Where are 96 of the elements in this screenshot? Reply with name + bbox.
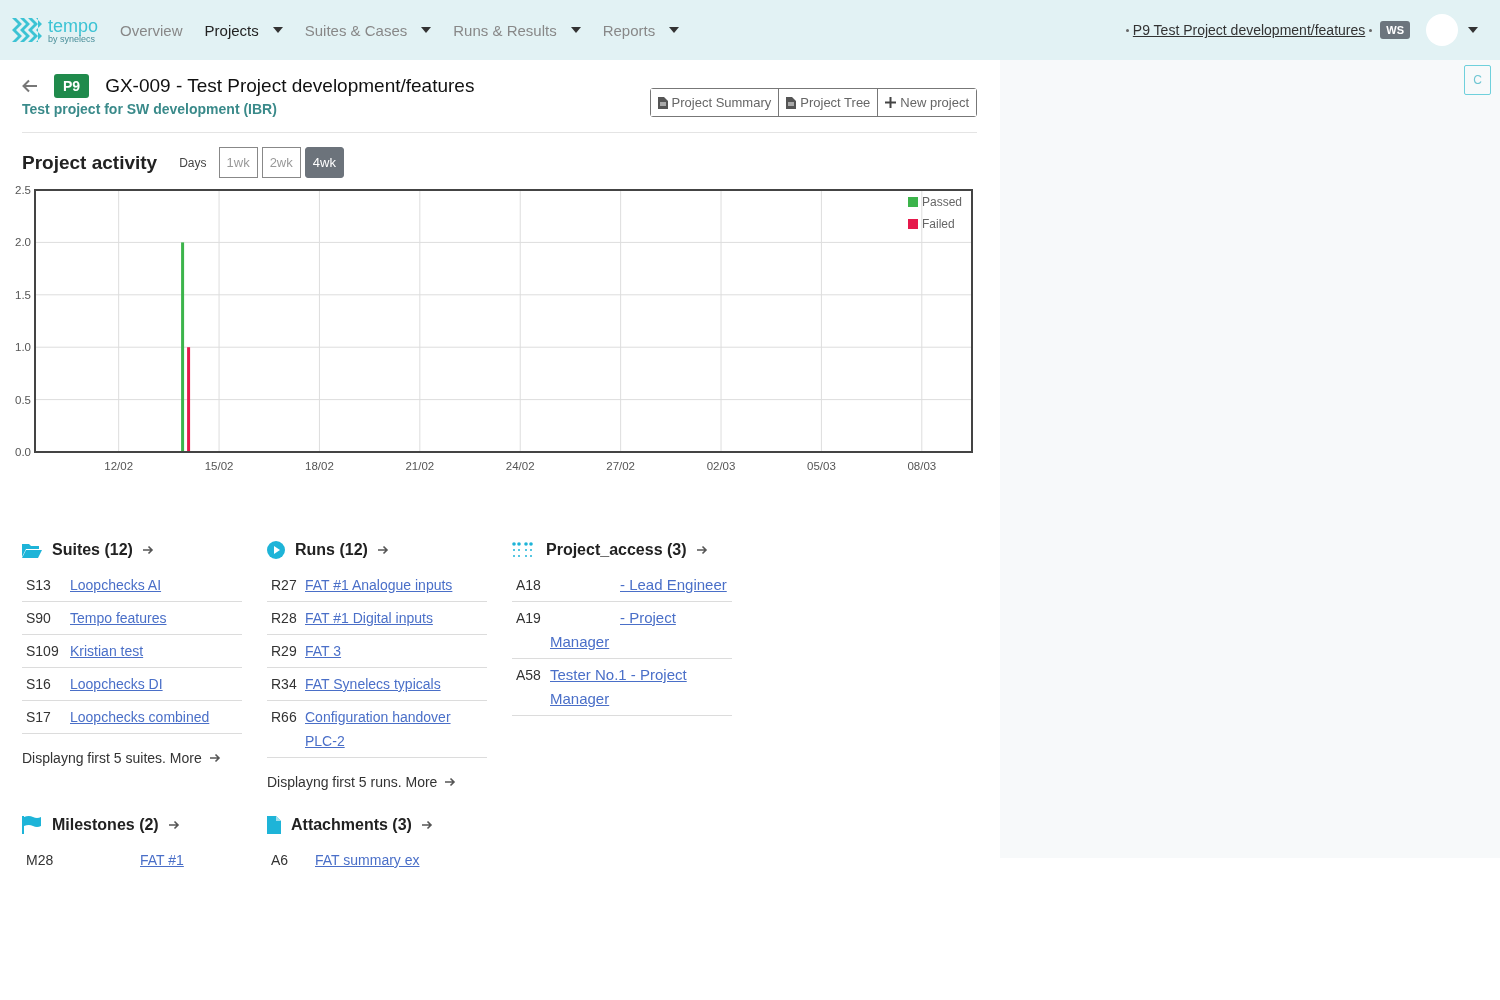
x-tick-label: 05/03 — [807, 460, 836, 472]
item-link[interactable]: Tempo features — [70, 606, 238, 630]
document-icon — [786, 96, 797, 109]
section-title-link[interactable]: Runs (12) — [295, 541, 368, 559]
y-tick-label: 1.5 — [15, 288, 31, 301]
x-tick-label: 15/02 — [204, 460, 234, 472]
section-title-link[interactable]: Project_access (3) — [546, 541, 687, 559]
range-tab[interactable]: 2wk — [261, 147, 301, 178]
legend-swatch — [908, 197, 918, 207]
arrow-right-icon[interactable] — [445, 777, 457, 787]
workspace-badge: WS — [1380, 21, 1410, 39]
section-title-link[interactable]: Milestones (2) — [52, 816, 159, 834]
arrow-right-icon[interactable] — [168, 820, 180, 830]
nav-menu-item[interactable]: Runs & Results — [453, 21, 581, 39]
caret-icon — [669, 27, 680, 33]
document-icon — [657, 96, 668, 109]
back-arrow-icon[interactable] — [22, 79, 38, 93]
arrow-right-icon[interactable] — [377, 545, 389, 555]
y-tick-label: 2.5 — [15, 184, 31, 196]
x-tick-label: 18/02 — [305, 460, 334, 472]
item-link[interactable]: Tester No.1 - Project Manager — [550, 663, 728, 711]
nav-menu-item[interactable]: Suites & Cases — [304, 21, 432, 39]
legend-label: Passed — [922, 195, 963, 209]
caret-icon — [570, 27, 581, 33]
y-tick-label: 0.0 — [15, 446, 31, 458]
project-title: GX-009 - Test Project development/features — [105, 75, 475, 97]
y-tick-label: 0.5 — [15, 393, 31, 406]
plus-icon — [885, 97, 897, 108]
item-id: A19 — [516, 609, 542, 628]
more-text[interactable]: Displayng first 5 runs. More — [267, 774, 438, 790]
item-link[interactable]: FAT #1 — [70, 848, 238, 872]
item-link[interactable]: Kristian test — [70, 639, 238, 663]
y-tick-label: 2.0 — [15, 236, 31, 249]
x-tick-label: 08/03 — [907, 460, 937, 472]
item-id: R34 — [271, 675, 298, 694]
item-id: R29 — [271, 642, 298, 661]
caret-icon — [272, 27, 283, 33]
item-link[interactable]: Loopchecks combined — [70, 705, 238, 729]
item-link[interactable]: FAT summary ex — [315, 848, 483, 872]
item-id: S17 — [26, 708, 52, 727]
nav-menu-item[interactable]: Reports — [602, 21, 680, 39]
arrow-right-icon[interactable] — [421, 820, 433, 830]
item-id: A6 — [271, 851, 290, 870]
project-subtitle: Test project for SW development (IBR) — [22, 101, 278, 117]
section-title-link[interactable]: Attachments (3) — [291, 816, 412, 834]
section-title-link[interactable]: Suites (12) — [52, 541, 133, 559]
range-tab[interactable]: 4wk — [304, 147, 344, 178]
flag-icon — [22, 816, 42, 834]
legend-label: Failed — [922, 217, 955, 231]
dot-grid-icon — [512, 542, 536, 558]
arrow-right-icon[interactable] — [142, 545, 154, 555]
document-icon — [267, 816, 281, 834]
x-tick-label: 12/02 — [104, 460, 134, 472]
item-id: S90 — [26, 609, 52, 628]
item-id: S16 — [26, 675, 52, 694]
arrow-right-icon[interactable] — [696, 545, 708, 555]
item-link[interactable]: Configuration handover PLC-2 — [305, 705, 483, 753]
x-tick-label: 27/02 — [606, 460, 635, 472]
current-project-link[interactable]: P9 Test Project development/features — [1132, 22, 1366, 38]
logo-tagline: by synelecs — [48, 34, 96, 44]
x-tick-label: 02/03 — [706, 460, 736, 472]
item-id: A58 — [516, 666, 542, 685]
item-link[interactable]: FAT 3 — [305, 639, 483, 663]
range-tab[interactable]: 1wk — [218, 147, 258, 178]
item-link[interactable]: FAT #1 Digital inputs — [305, 606, 483, 630]
folder-icon — [22, 542, 42, 558]
caret-icon — [421, 27, 432, 33]
item-link[interactable]: - Project Manager — [550, 606, 728, 654]
item-id: S109 — [26, 642, 60, 661]
nav-menu-item[interactable]: Projects — [204, 21, 283, 39]
x-tick-label: 21/02 — [405, 460, 435, 472]
bullet-icon — [1125, 28, 1129, 32]
y-tick-label: 1.0 — [15, 341, 31, 354]
item-id: R28 — [271, 609, 298, 628]
item-id: A18 — [516, 576, 542, 595]
arrow-right-icon[interactable] — [209, 753, 221, 763]
item-link[interactable]: - Lead Engineer — [550, 573, 728, 597]
project-badge: P9 — [54, 74, 90, 98]
item-link[interactable]: Loopchecks AI — [70, 573, 238, 597]
item-link[interactable]: FAT Synelecs typicals — [305, 672, 483, 696]
project-action-button[interactable]: New project — [877, 89, 976, 116]
item-id: S13 — [26, 576, 52, 595]
caret-icon[interactable] — [1468, 27, 1478, 33]
range-label: Days — [179, 155, 207, 170]
play-circle-icon — [267, 541, 285, 559]
item-id: R66 — [271, 708, 298, 727]
bullet-icon — [1369, 28, 1373, 32]
item-id: M28 — [26, 851, 55, 870]
nav-menu-item[interactable]: Overview — [120, 21, 183, 39]
legend-swatch — [908, 219, 918, 229]
item-link[interactable]: FAT #1 Analogue inputs — [305, 573, 483, 597]
x-tick-label: 24/02 — [505, 460, 535, 472]
item-id: R27 — [271, 576, 298, 595]
item-link[interactable]: Loopchecks DI — [70, 672, 238, 696]
more-text[interactable]: Displayng first 5 suites. More — [22, 750, 202, 766]
section-title: Project activity — [22, 151, 158, 174]
